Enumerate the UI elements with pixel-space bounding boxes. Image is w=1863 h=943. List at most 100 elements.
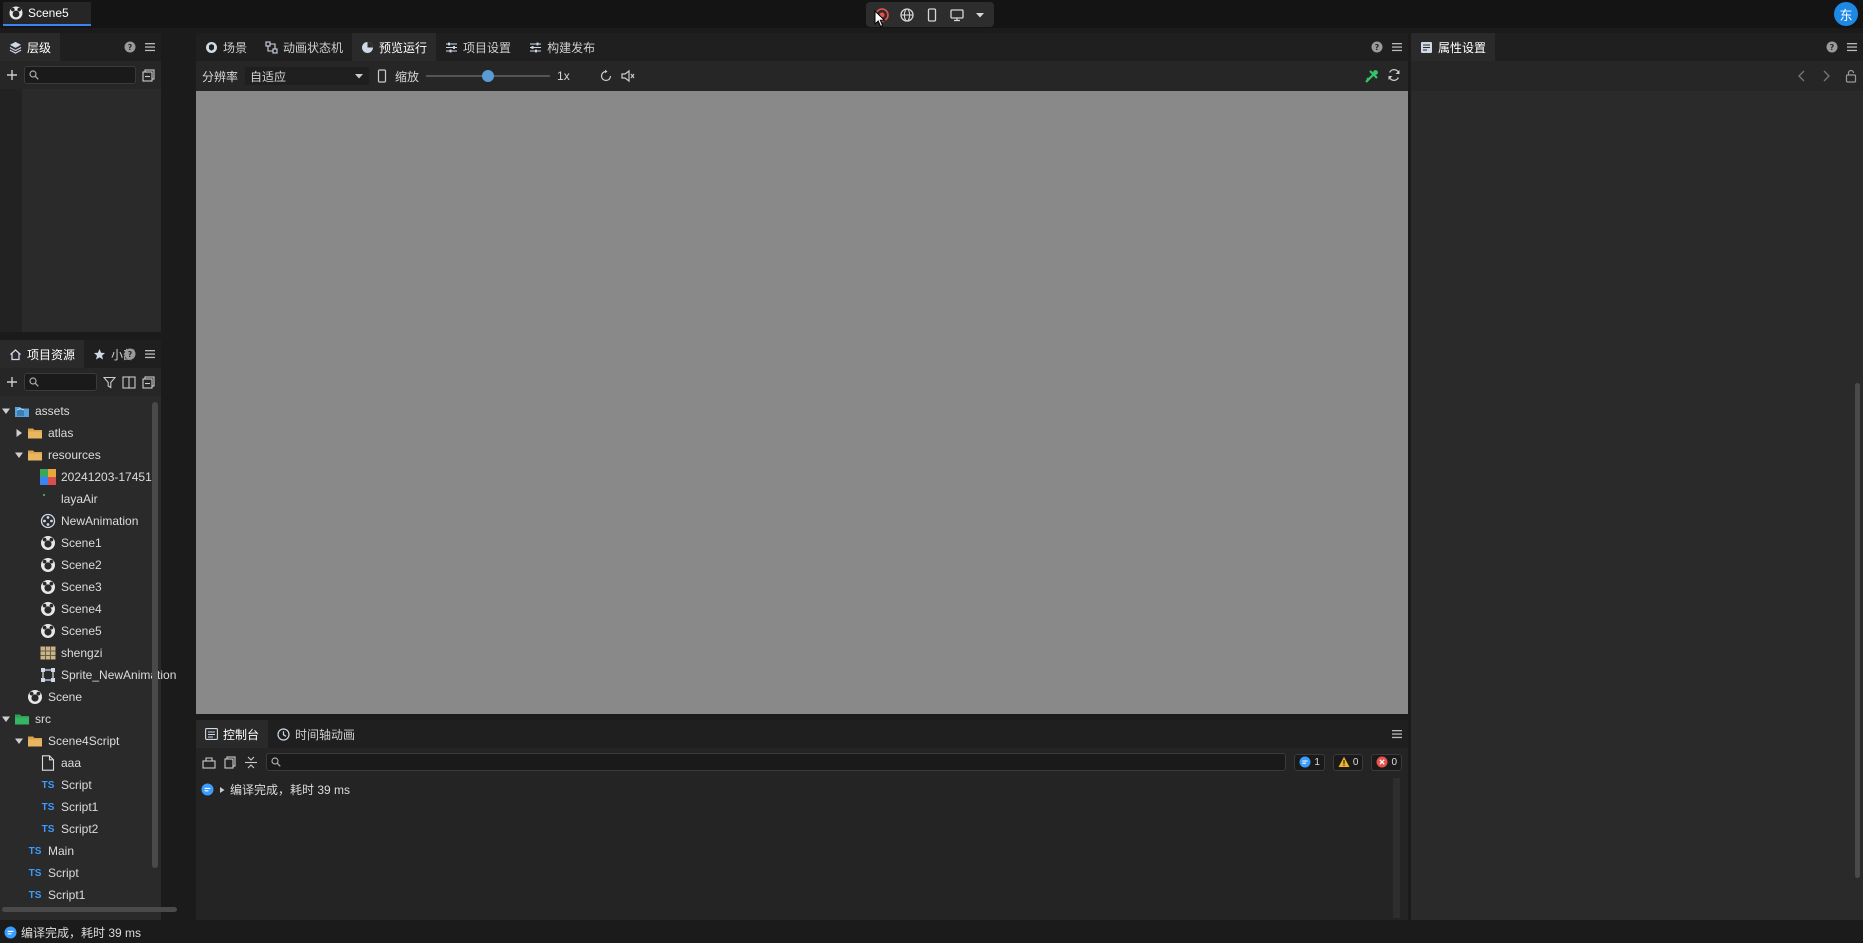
typescript-icon: TS	[41, 801, 55, 813]
user-avatar[interactable]: 东	[1834, 2, 1858, 26]
scene-icon	[40, 535, 56, 551]
rotate-icon[interactable]	[599, 69, 613, 83]
console-tabstrip: 控制台 时间轴动画	[196, 720, 1408, 748]
svg-text:?: ?	[128, 43, 133, 52]
menu-icon[interactable]	[1392, 42, 1402, 52]
assets-vertical-scrollbar[interactable]	[152, 402, 158, 868]
tree-item-label: Scene1	[61, 536, 102, 550]
center-tabstrip: 场景 动画状态机 预览运行 项目设置 构建发布 ?	[196, 33, 1408, 61]
info-filter-badge[interactable]: 1	[1294, 753, 1325, 771]
hierarchy-search-input[interactable]	[39, 69, 135, 81]
scene-document-tab[interactable]: Scene5	[3, 2, 91, 26]
chevron-down-icon[interactable]	[974, 9, 986, 21]
warning-filter-badge[interactable]: 0	[1332, 753, 1364, 771]
mobile-preview-button[interactable]	[924, 7, 940, 23]
chevron-left-icon[interactable]	[1797, 70, 1807, 82]
tree-item[interactable]: TS Script1	[0, 884, 180, 906]
desktop-preview-button[interactable]	[949, 7, 965, 23]
add-icon[interactable]	[6, 69, 18, 81]
web-preview-button[interactable]	[899, 7, 915, 23]
preview-canvas[interactable]	[196, 91, 1408, 714]
filter-icon[interactable]	[103, 376, 116, 389]
chevron-right-icon[interactable]	[1821, 70, 1831, 82]
tab-timeline-animation[interactable]: 时间轴动画	[268, 720, 364, 748]
scene-icon	[40, 623, 56, 639]
search-icon	[29, 70, 39, 80]
copy-icon[interactable]	[224, 755, 236, 769]
help-icon[interactable]: ?	[1826, 41, 1838, 53]
console-log-row[interactable]: 编译完成，耗时 39 ms	[196, 776, 1408, 803]
assets-search-input[interactable]	[39, 376, 96, 388]
lock-icon[interactable]	[1845, 69, 1857, 83]
tree-item-label: Scene4	[61, 602, 102, 616]
assets-horizontal-scrollbar[interactable]	[2, 907, 177, 912]
tree-item-label: Main	[48, 844, 75, 858]
tree-item-label: src	[35, 712, 51, 726]
add-icon[interactable]	[6, 376, 18, 388]
tree-item-label: NewAnimation	[61, 514, 139, 528]
properties-scrollbar[interactable]	[1855, 383, 1860, 878]
tab-scene[interactable]: 场景	[196, 33, 256, 61]
phone-orientation-icon[interactable]	[376, 69, 388, 83]
clear-console-icon[interactable]	[202, 756, 216, 769]
tab-hierarchy[interactable]: 层级	[0, 33, 61, 61]
menu-icon[interactable]	[145, 42, 155, 52]
tab-properties-label: 属性设置	[1438, 40, 1487, 55]
warning-count: 0	[1352, 756, 1359, 768]
help-icon[interactable]: ?	[124, 41, 136, 53]
tab-console-label: 控制台	[223, 727, 260, 742]
resolution-select[interactable]: 自适应	[245, 67, 370, 85]
tree-item-label: assets	[35, 404, 70, 418]
debug-tools-icon[interactable]	[1364, 68, 1380, 84]
tab-project-assets[interactable]: 项目资源	[0, 340, 85, 368]
error-filter-badge[interactable]: 0	[1371, 753, 1402, 771]
caret-right-icon[interactable]	[13, 427, 25, 439]
status-bar: 编译完成，耗时 39 ms	[0, 921, 1863, 943]
caret-down-icon[interactable]	[13, 735, 25, 747]
collapse-all-icon[interactable]	[142, 68, 155, 82]
tab-preview[interactable]: 预览运行	[352, 33, 437, 61]
hierarchy-search-box[interactable]	[24, 66, 136, 84]
caret-down-icon[interactable]	[0, 405, 12, 417]
tab-build-publish[interactable]: 构建发布	[520, 33, 604, 61]
console-scrollbar-track[interactable]	[1393, 778, 1400, 918]
resolution-label: 分辨率	[202, 69, 239, 84]
folder-icon	[27, 425, 43, 441]
refresh-icon[interactable]	[1387, 68, 1401, 82]
caret-down-icon[interactable]	[13, 449, 25, 461]
collapse-all-icon[interactable]	[142, 375, 155, 389]
assets-search-box[interactable]	[24, 373, 97, 391]
console-search-box[interactable]	[266, 753, 1287, 771]
mute-icon[interactable]	[620, 69, 636, 83]
help-icon[interactable]: ?	[124, 348, 136, 360]
laya-logo-icon	[9, 6, 23, 20]
zoom-slider[interactable]	[426, 69, 551, 83]
tab-animation-state-machine[interactable]: 动画状态机	[256, 33, 352, 61]
expand-arrow-icon[interactable]	[218, 786, 226, 794]
console-search-input[interactable]	[281, 756, 1286, 768]
assets-toolbar	[0, 368, 161, 396]
small-image-icon	[40, 491, 56, 507]
menu-icon[interactable]	[1847, 42, 1857, 52]
tab-console[interactable]: 控制台	[196, 720, 269, 748]
zoom-slider-thumb[interactable]	[482, 70, 495, 82]
caret-down-icon[interactable]	[0, 713, 12, 725]
svg-text:?: ?	[1830, 43, 1835, 52]
sliders-icon	[529, 41, 542, 54]
menu-icon[interactable]	[1392, 729, 1402, 739]
help-icon[interactable]: ?	[1371, 41, 1383, 53]
menu-icon[interactable]	[145, 349, 155, 359]
collapse-logs-icon[interactable]	[244, 756, 258, 769]
search-icon	[271, 757, 281, 767]
tab-project-settings[interactable]: 项目设置	[436, 33, 520, 61]
tab-properties[interactable]: 属性设置	[1411, 33, 1496, 61]
split-view-icon[interactable]	[122, 375, 136, 389]
